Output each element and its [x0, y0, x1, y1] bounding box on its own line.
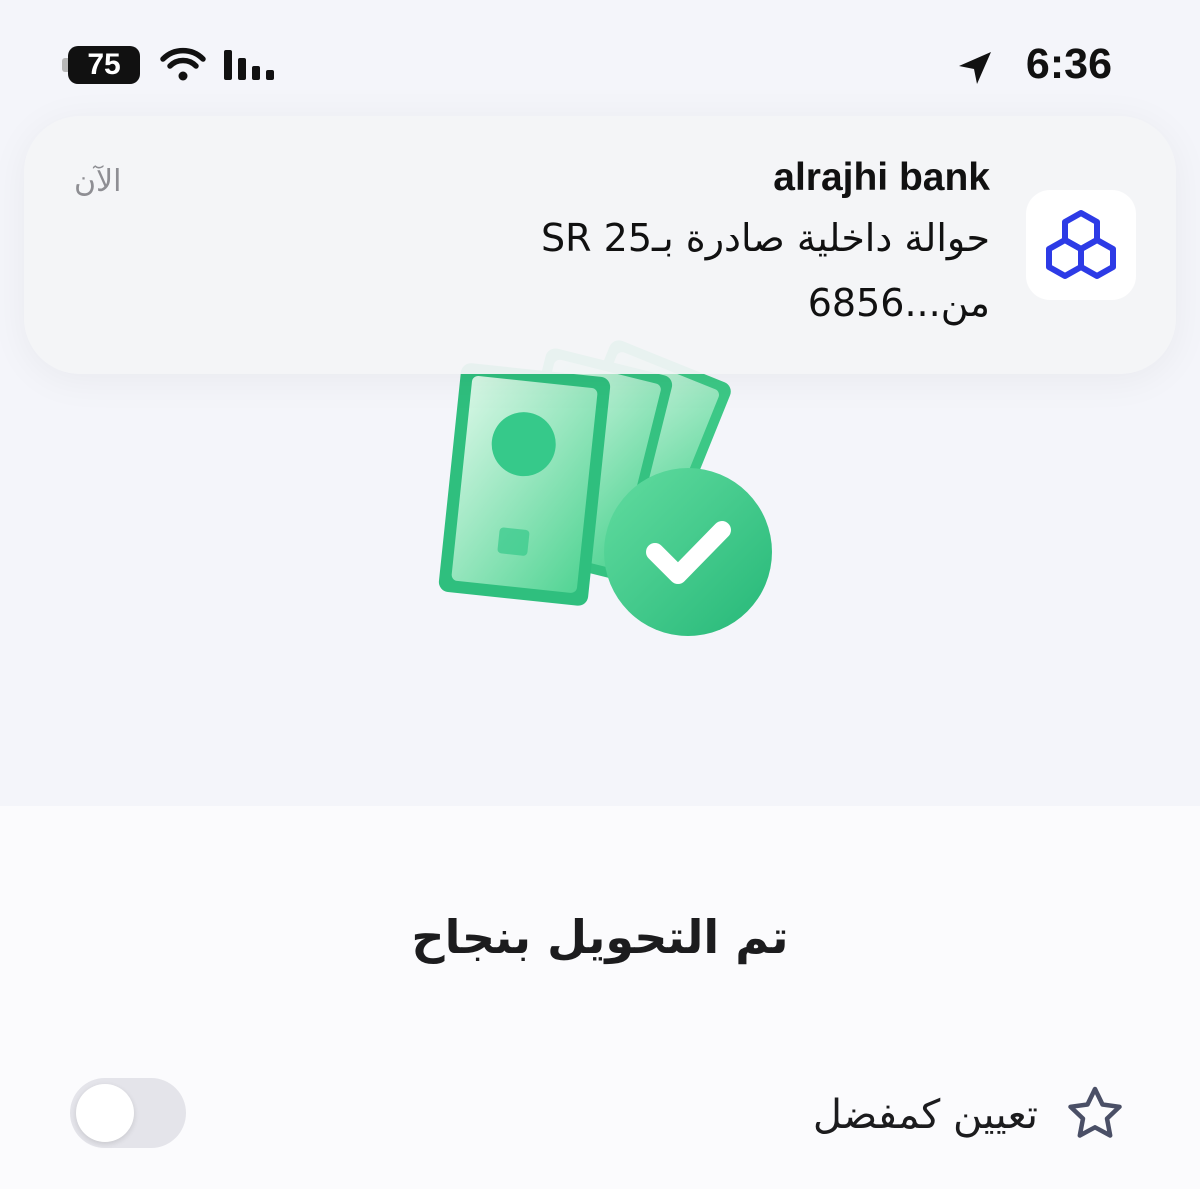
star-outline-icon	[1068, 1086, 1122, 1138]
wifi-icon	[160, 47, 206, 81]
favorite-row: تعيين كمفضل	[0, 1060, 1200, 1170]
money-success-icon	[438, 340, 772, 636]
notification-timestamp: الآن	[74, 164, 122, 199]
battery-icon: 75	[62, 46, 140, 84]
favorite-toggle[interactable]	[70, 1078, 186, 1148]
location-arrow-icon	[959, 52, 991, 84]
success-title: تم التحويل بنجاح	[411, 910, 789, 964]
push-notification[interactable]: alrajhi bank حوالة داخلية صادرة بـ25 SR …	[24, 116, 1176, 374]
toggle-knob	[76, 1084, 134, 1142]
alrajhi-logo-icon	[1026, 190, 1136, 300]
notification-message-account: من...6856	[807, 281, 990, 325]
status-time: 6:36	[1025, 40, 1112, 88]
cellular-signal-icon	[224, 50, 274, 80]
status-bar: 75 6:36	[0, 0, 1200, 120]
notification-app-name: alrajhi bank	[773, 156, 990, 199]
favorite-label: تعيين كمفضل	[812, 1092, 1038, 1138]
notification-message: حوالة داخلية صادرة بـ25 SR	[541, 216, 990, 260]
battery-level: 75	[87, 48, 121, 81]
